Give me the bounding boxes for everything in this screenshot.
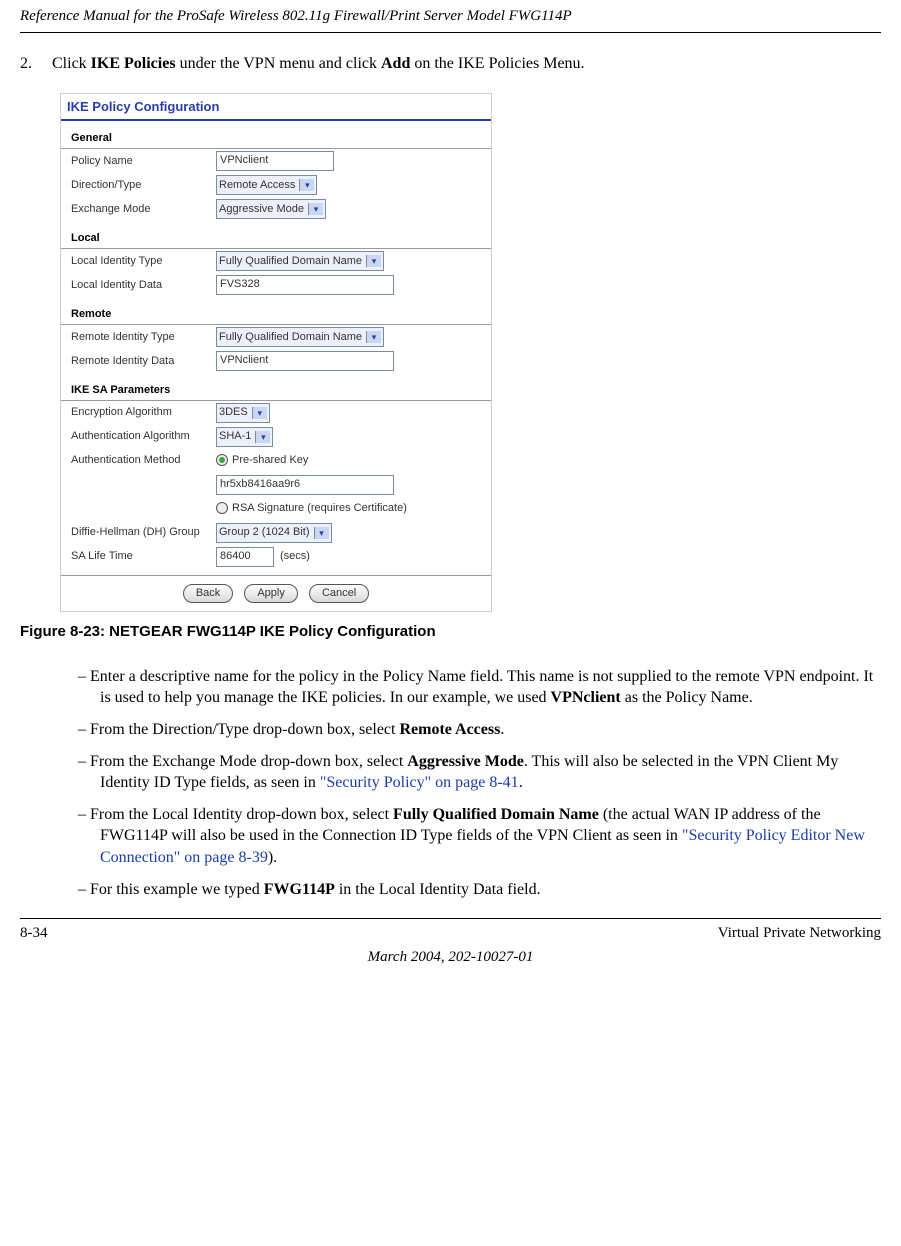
dh-group-value: Group 2 (1024 Bit) [219,525,310,540]
auth-algo-select[interactable]: SHA-1 ▾ [216,427,273,447]
local-id-data-label: Local Identity Data [71,278,216,293]
enc-algo-label: Encryption Algorithm [71,405,216,420]
section-local: Local [61,227,491,249]
remote-id-type-value: Fully Qualified Domain Name [219,330,362,345]
list-item: For this example we typed FWG114P in the… [78,879,881,901]
auth-algo-label: Authentication Algorithm [71,429,216,444]
psk-input[interactable]: hr5xb8416aa9r6 [216,475,394,495]
remote-id-type-select[interactable]: Fully Qualified Domain Name ▾ [216,327,384,347]
step-text-pre: Click [52,55,91,72]
running-header: Reference Manual for the ProSafe Wireles… [20,0,881,33]
list-item: From the Local Identity drop-down box, s… [78,804,881,869]
local-id-data-input[interactable]: FVS328 [216,275,394,295]
panel-title: IKE Policy Configuration [61,94,491,120]
ike-config-panel: IKE Policy Configuration General Policy … [60,93,492,612]
enc-algo-select[interactable]: 3DES ▾ [216,403,270,423]
section-remote: Remote [61,303,491,325]
policy-name-label: Policy Name [71,154,216,169]
list-item: From the Direction/Type drop-down box, s… [78,719,881,741]
section-general: General [61,127,491,149]
chevron-down-icon: ▾ [299,179,314,191]
dh-group-label: Diffie-Hellman (DH) Group [71,525,216,540]
auth-method-label: Authentication Method [71,453,216,468]
direction-value: Remote Access [219,178,295,193]
footer-date: March 2004, 202-10027-01 [20,947,881,967]
enc-algo-value: 3DES [219,405,248,420]
step-2: 2. Click IKE Policies under the VPN menu… [20,53,881,75]
list-item: Enter a descriptive name for the policy … [78,666,881,709]
direction-select[interactable]: Remote Access ▾ [216,175,317,195]
local-id-type-value: Fully Qualified Domain Name [219,254,362,269]
sa-life-label: SA Life Time [71,549,216,564]
auth-algo-value: SHA-1 [219,429,251,444]
step-text-mid: under the VPN menu and click [176,55,381,72]
page-footer: 8-34 Virtual Private Networking [20,918,881,943]
chevron-down-icon: ▾ [255,431,270,443]
chapter-title: Virtual Private Networking [718,923,881,943]
page-number: 8-34 [20,923,48,943]
rsa-radio[interactable]: RSA Signature (requires Certificate) [216,501,407,516]
remote-id-data-input[interactable]: VPNclient [216,351,394,371]
xref-link[interactable]: "Security Policy" on page 8-41 [320,774,519,791]
chevron-down-icon: ▾ [308,203,323,215]
list-item: From the Exchange Mode drop-down box, se… [78,751,881,794]
radio-unselected-icon [216,502,228,514]
step-text-post: on the IKE Policies Menu. [410,55,584,72]
sa-life-input[interactable]: 86400 [216,547,274,567]
chevron-down-icon: ▾ [314,527,329,539]
button-row: Back Apply Cancel [61,575,491,611]
instruction-list: Enter a descriptive name for the policy … [20,666,881,900]
chevron-down-icon: ▾ [366,255,381,267]
step-bold-add: Add [381,55,410,72]
exchange-label: Exchange Mode [71,202,216,217]
direction-label: Direction/Type [71,178,216,193]
figure-caption: Figure 8-23: NETGEAR FWG114P IKE Policy … [20,622,881,642]
radio-selected-icon [216,454,228,466]
apply-button[interactable]: Apply [244,584,298,603]
policy-name-input[interactable]: VPNclient [216,151,334,171]
remote-id-data-label: Remote Identity Data [71,354,216,369]
section-ike-sa: IKE SA Parameters [61,379,491,401]
remote-id-type-label: Remote Identity Type [71,330,216,345]
psk-radio[interactable]: Pre-shared Key [216,453,308,468]
step-number: 2. [20,53,48,75]
sa-life-unit: (secs) [280,549,310,564]
back-button[interactable]: Back [183,584,233,603]
exchange-value: Aggressive Mode [219,202,304,217]
rsa-label: RSA Signature (requires Certificate) [232,502,407,514]
step-bold-ike: IKE Policies [91,55,176,72]
local-id-type-label: Local Identity Type [71,254,216,269]
chevron-down-icon: ▾ [252,407,267,419]
chevron-down-icon: ▾ [366,331,381,343]
psk-label: Pre-shared Key [232,454,308,466]
exchange-select[interactable]: Aggressive Mode ▾ [216,199,326,219]
cancel-button[interactable]: Cancel [309,584,369,603]
dh-group-select[interactable]: Group 2 (1024 Bit) ▾ [216,523,332,543]
local-id-type-select[interactable]: Fully Qualified Domain Name ▾ [216,251,384,271]
